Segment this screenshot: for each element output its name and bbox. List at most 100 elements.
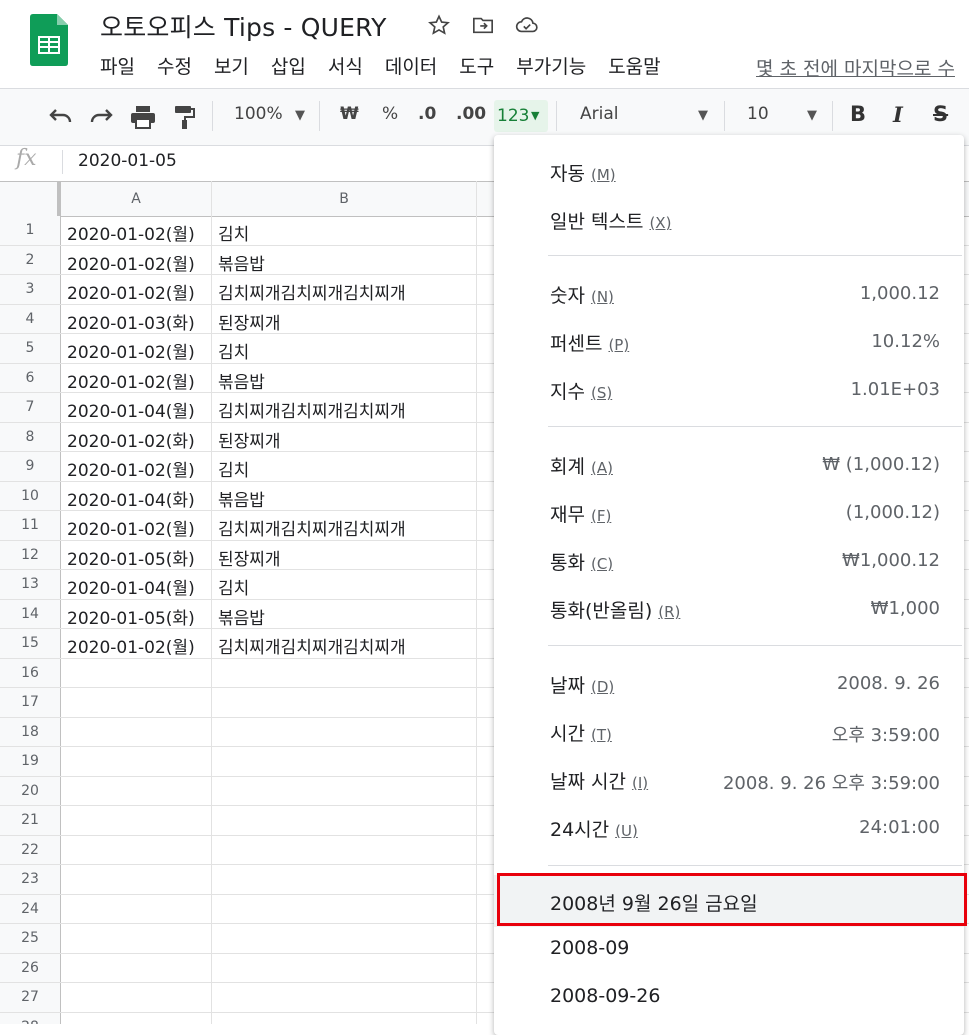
menu-item-time[interactable]: 시간 (T)	[550, 719, 612, 746]
menu-insert[interactable]: 삽입	[271, 52, 306, 82]
row-number[interactable]: 2	[0, 245, 61, 274]
font-family-select[interactable]: Arial	[580, 104, 618, 124]
cell-a[interactable]: 2020-01-02(월)	[67, 456, 195, 481]
cell-b[interactable]: 된장찌개	[218, 309, 281, 334]
menu-item-duration[interactable]: 24시간 (U)	[550, 815, 638, 842]
cloud-saved-icon[interactable]	[515, 14, 539, 36]
row-number[interactable]: 24	[0, 894, 61, 923]
cell-a[interactable]: 2020-01-02(화)	[67, 427, 195, 452]
percent-format-button[interactable]: %	[382, 104, 398, 124]
font-size-select[interactable]: 10	[747, 104, 769, 124]
row-number[interactable]: 10	[0, 481, 61, 510]
cell-b[interactable]: 김치찌개김치찌개김치찌개	[218, 279, 406, 304]
row-number[interactable]: 8	[0, 422, 61, 451]
menu-item-financial[interactable]: 재무 (F)	[550, 500, 611, 527]
cell-a[interactable]: 2020-01-02(월)	[67, 220, 195, 245]
increase-decimal-button[interactable]: .00	[456, 104, 486, 124]
chevron-down-icon[interactable]: ▼	[698, 108, 708, 123]
cell-b[interactable]: 볶음밥	[218, 250, 265, 275]
row-number[interactable]: 3	[0, 275, 61, 304]
menu-help[interactable]: 도움말	[608, 52, 660, 82]
cell-b[interactable]: 김치찌개김치찌개김치찌개	[218, 633, 406, 658]
chevron-down-icon[interactable]: ▼	[295, 108, 305, 123]
cell-b[interactable]: 김치	[218, 338, 249, 363]
menu-item-custom-iso-date[interactable]: 2008-09-26	[550, 985, 660, 1007]
cell-b[interactable]: 김치찌개김치찌개김치찌개	[218, 397, 406, 422]
cell-a[interactable]: 2020-01-03(화)	[67, 309, 195, 334]
cell-a[interactable]: 2020-01-02(월)	[67, 515, 195, 540]
row-number[interactable]: 23	[0, 865, 61, 894]
cell-a[interactable]: 2020-01-02(월)	[67, 250, 195, 275]
menu-data[interactable]: 데이터	[385, 52, 437, 82]
redo-icon[interactable]	[88, 106, 114, 126]
menu-item-currency-rounded[interactable]: 통화(반올림) (R)	[550, 596, 680, 623]
row-number[interactable]: 12	[0, 540, 61, 569]
undo-icon[interactable]	[48, 106, 74, 126]
row-number[interactable]: 15	[0, 629, 61, 658]
row-number[interactable]: 19	[0, 747, 61, 776]
sheets-logo-icon[interactable]	[30, 14, 68, 66]
strikethrough-button[interactable]: S	[933, 102, 948, 126]
cell-a[interactable]: 2020-01-05(화)	[67, 545, 195, 570]
cell-a[interactable]: 2020-01-02(월)	[67, 279, 195, 304]
menu-item-accounting[interactable]: 회계 (A)	[550, 452, 613, 479]
menu-item-scientific[interactable]: 지수 (S)	[550, 377, 612, 404]
column-header-b[interactable]: B	[212, 182, 477, 216]
row-number[interactable]: 17	[0, 688, 61, 717]
cell-b[interactable]: 김치	[218, 456, 249, 481]
cell-a[interactable]: 2020-01-04(월)	[67, 574, 195, 599]
row-number[interactable]: 18	[0, 717, 61, 746]
menu-item-plain-text[interactable]: 일반 텍스트 (X)	[550, 207, 671, 234]
last-edit-link[interactable]: 몇 초 전에 마지막으로 수	[756, 54, 955, 81]
menu-edit[interactable]: 수정	[157, 52, 192, 82]
chevron-down-icon[interactable]: ▼	[807, 108, 817, 123]
row-number[interactable]: 25	[0, 924, 61, 953]
row-number[interactable]: 1	[0, 216, 61, 245]
cell-a[interactable]: 2020-01-04(월)	[67, 397, 195, 422]
cell-b[interactable]: 김치	[218, 220, 249, 245]
menu-item-currency[interactable]: 통화 (C)	[550, 548, 613, 575]
row-number[interactable]: 28	[0, 1012, 61, 1024]
doc-title[interactable]: 오토오피스 Tips - QUERY	[100, 8, 387, 44]
cell-b[interactable]: 김치찌개김치찌개김치찌개	[218, 515, 406, 540]
row-number[interactable]: 5	[0, 334, 61, 363]
cell-a[interactable]: 2020-01-05(화)	[67, 604, 195, 629]
zoom-select[interactable]: 100%	[234, 104, 283, 124]
cell-a[interactable]: 2020-01-02(월)	[67, 633, 195, 658]
select-all-corner[interactable]	[0, 182, 61, 216]
column-header-a[interactable]: A	[61, 182, 212, 216]
row-number[interactable]: 7	[0, 393, 61, 422]
menu-addons[interactable]: 부가기능	[516, 52, 586, 82]
menu-view[interactable]: 보기	[214, 52, 249, 82]
cell-b[interactable]: 볶음밥	[218, 368, 265, 393]
formula-input[interactable]: 2020-01-05	[78, 151, 177, 171]
row-number[interactable]: 6	[0, 363, 61, 392]
row-number[interactable]: 9	[0, 452, 61, 481]
menu-item-date[interactable]: 날짜 (D)	[550, 671, 614, 698]
cell-a[interactable]: 2020-01-04(화)	[67, 486, 195, 511]
more-formats-button[interactable]: 123 ▼	[494, 100, 548, 132]
row-number[interactable]: 11	[0, 511, 61, 540]
row-number[interactable]: 16	[0, 658, 61, 687]
cell-a[interactable]: 2020-01-02(월)	[67, 338, 195, 363]
cell-b[interactable]: 볶음밥	[218, 604, 265, 629]
row-number[interactable]: 21	[0, 806, 61, 835]
menu-file[interactable]: 파일	[100, 52, 135, 82]
star-icon[interactable]	[428, 14, 450, 36]
bold-button[interactable]: B	[850, 102, 866, 126]
print-icon[interactable]	[130, 105, 156, 129]
currency-format-button[interactable]: ₩	[340, 104, 359, 124]
menu-item-auto[interactable]: 자동 (M)	[550, 159, 616, 186]
cell-a[interactable]: 2020-01-02(월)	[67, 368, 195, 393]
menu-item-custom-year-month[interactable]: 2008-09	[550, 937, 629, 959]
cell-b[interactable]: 김치	[218, 574, 249, 599]
cell-b[interactable]: 된장찌개	[218, 427, 281, 452]
menu-item-percent[interactable]: 퍼센트 (P)	[550, 329, 629, 356]
paint-format-icon[interactable]	[174, 104, 196, 130]
menu-item-datetime[interactable]: 날짜 시간 (I)	[550, 767, 648, 794]
row-number[interactable]: 27	[0, 983, 61, 1012]
row-number[interactable]: 26	[0, 953, 61, 982]
cell-b[interactable]: 볶음밥	[218, 486, 265, 511]
menu-format[interactable]: 서식	[328, 52, 363, 82]
row-number[interactable]: 20	[0, 776, 61, 805]
